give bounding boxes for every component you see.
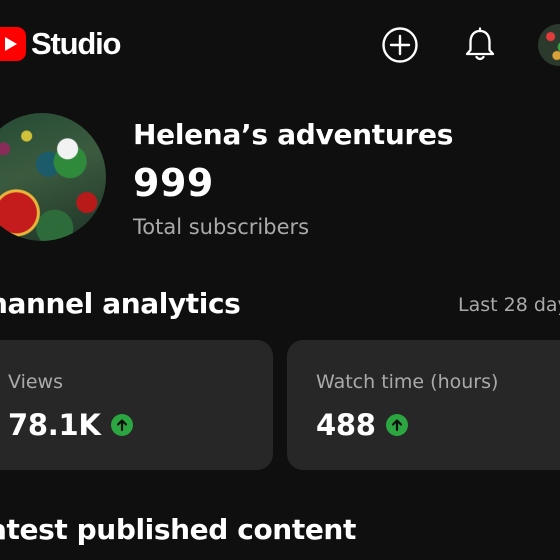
bell-icon (465, 27, 495, 61)
subscriber-count: 999 (133, 161, 214, 205)
channel-name: Helena’s adventures (133, 118, 454, 151)
views-card[interactable]: Views 78.1K (0, 340, 273, 470)
channel-analytics-heading: hannel analytics (0, 287, 241, 320)
create-icon (382, 27, 418, 63)
latest-content-heading: atest published content (0, 513, 356, 546)
watch-time-value: 488 (316, 408, 376, 442)
notifications-button[interactable] (461, 26, 499, 64)
watch-time-card[interactable]: Watch time (hours) 488 (287, 340, 560, 470)
trend-up-icon (110, 414, 133, 436)
subscriber-label: Total subscribers (133, 215, 310, 239)
account-avatar[interactable] (538, 24, 560, 66)
views-label: Views (8, 371, 63, 393)
views-value: 78.1K (8, 408, 101, 442)
app-name: Studio (31, 26, 121, 61)
studio-dashboard: Studio Helena’s adventures 999 Total sub… (0, 0, 560, 560)
create-button[interactable] (381, 26, 419, 64)
watch-time-value-row: 488 (316, 408, 408, 442)
youtube-logo-icon (0, 27, 26, 61)
views-value-row: 78.1K (8, 408, 133, 442)
studio-logo[interactable]: Studio (0, 26, 121, 61)
trend-up-icon (385, 414, 408, 436)
period-label: Last 28 day (458, 294, 560, 316)
watch-time-label: Watch time (hours) (316, 371, 499, 393)
channel-avatar[interactable] (0, 113, 106, 241)
